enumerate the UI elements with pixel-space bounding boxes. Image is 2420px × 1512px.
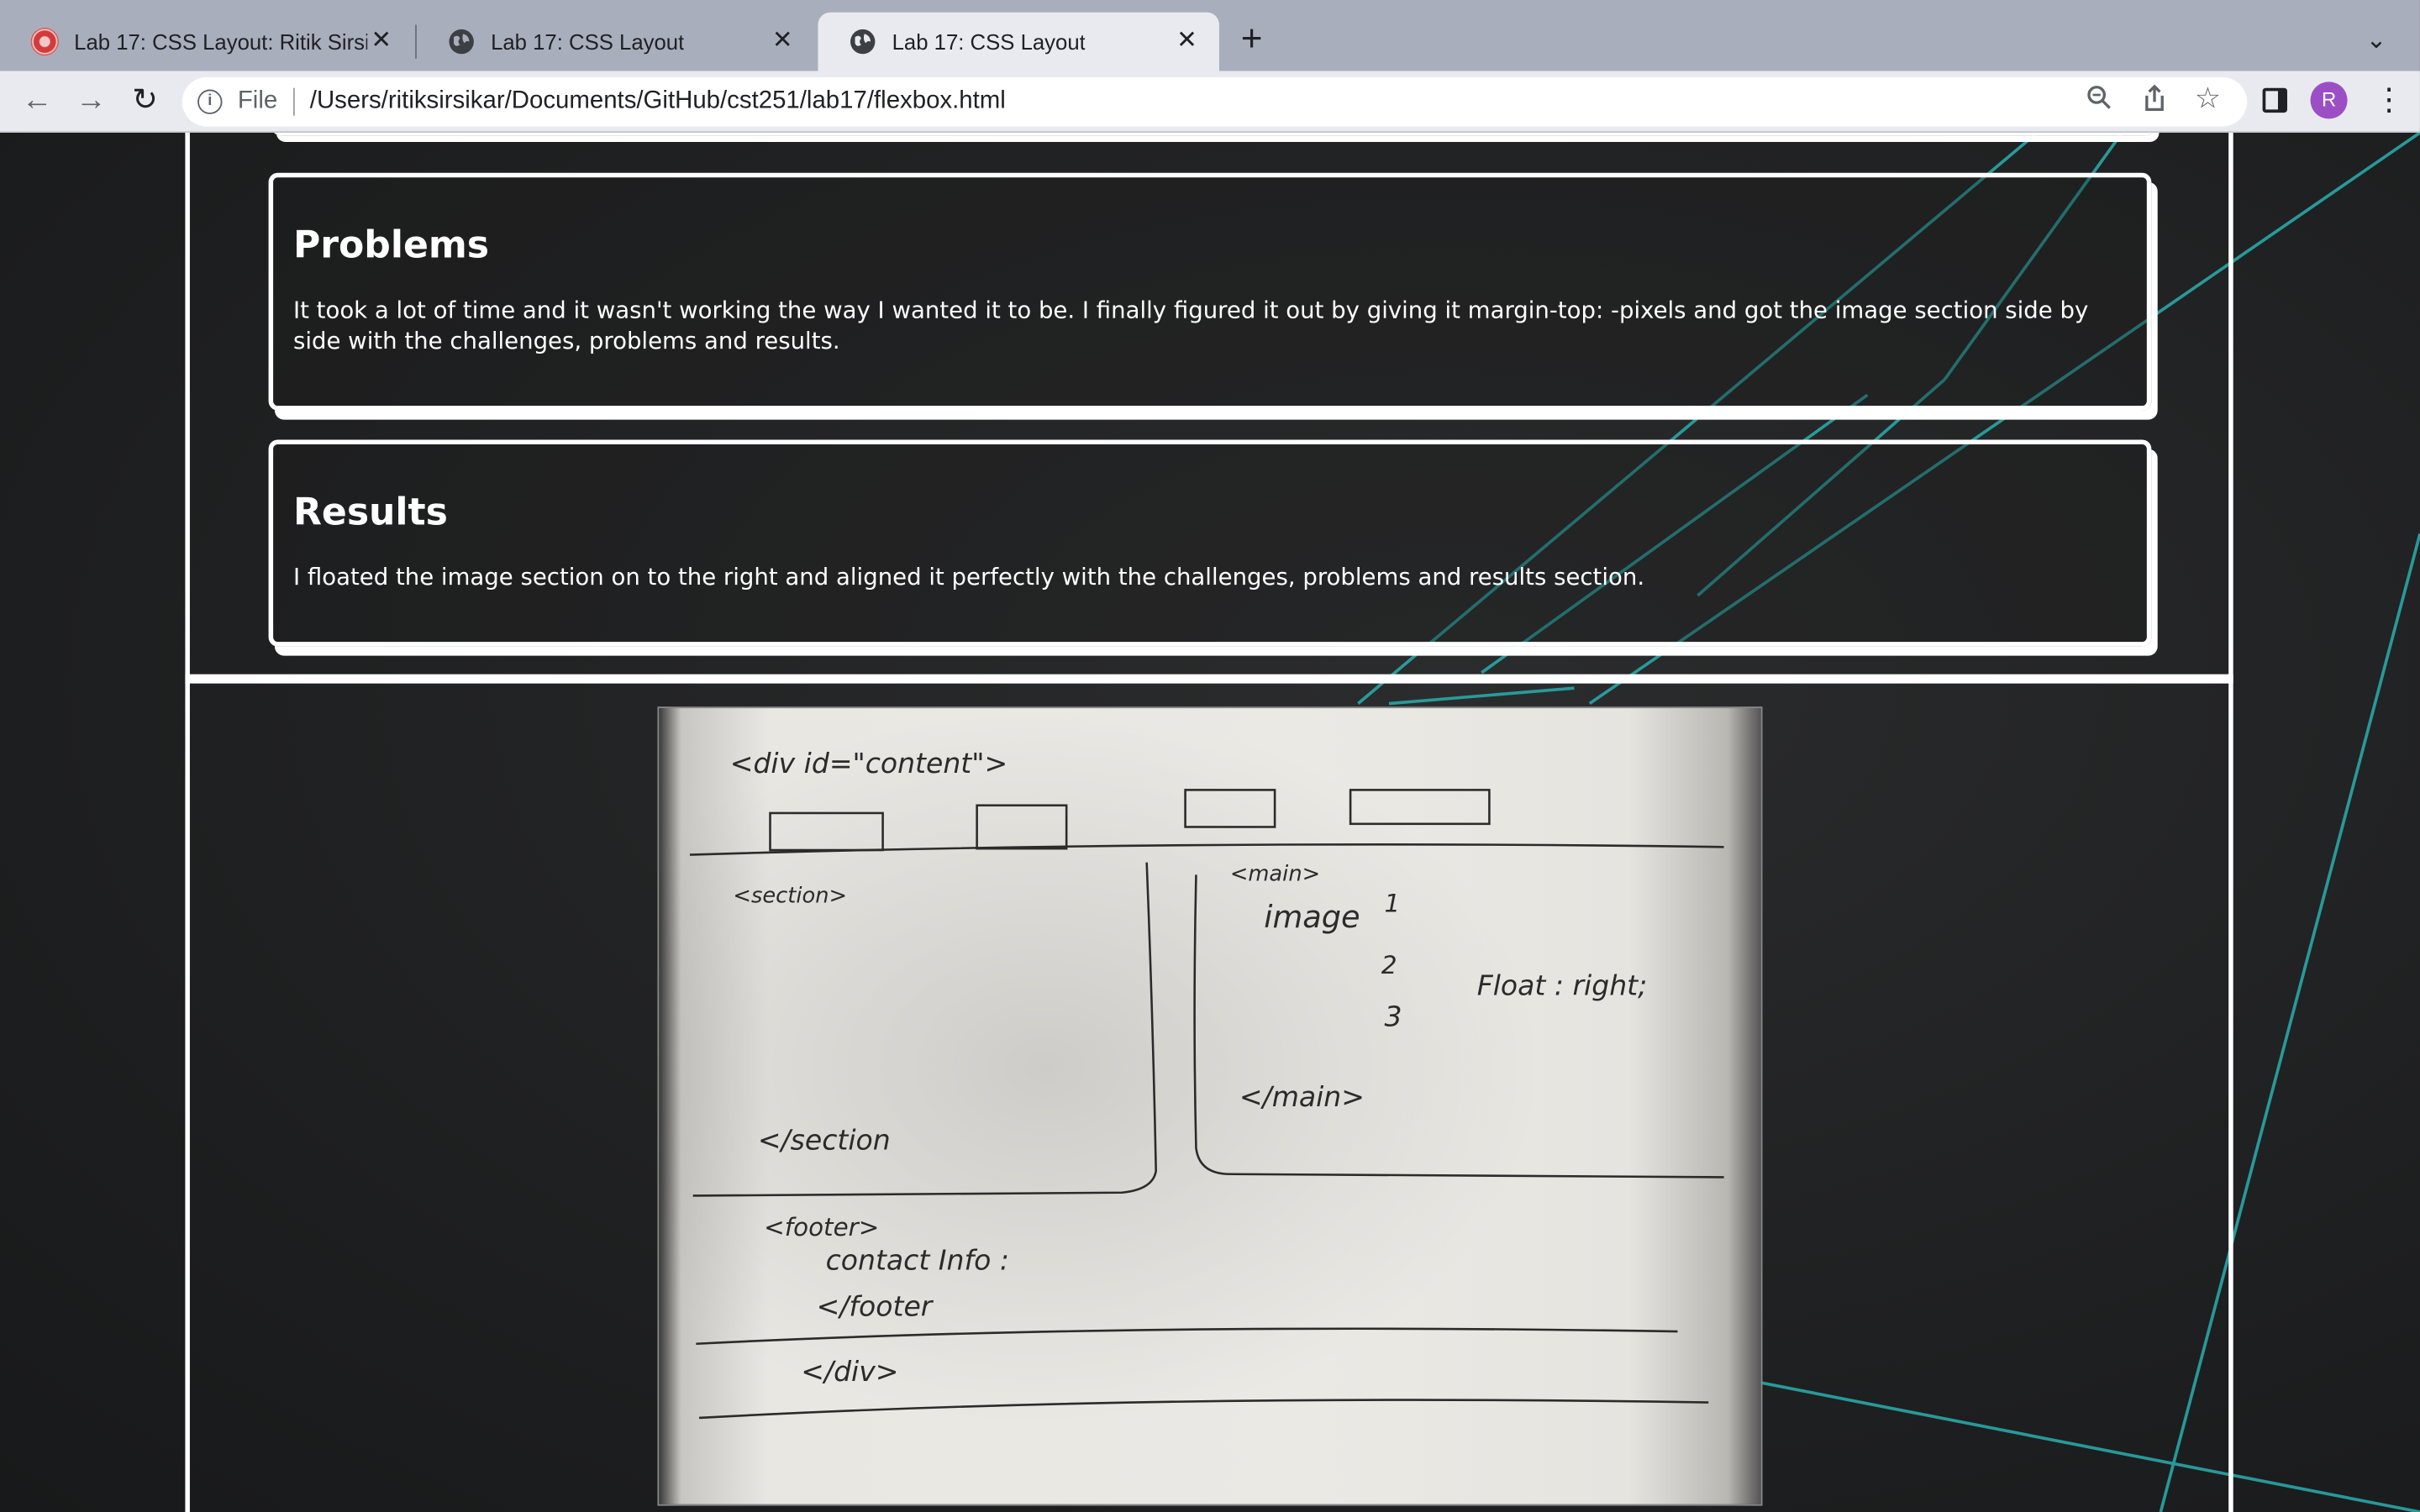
close-tab-icon[interactable]: ✕	[769, 26, 797, 57]
sketch-image-number-3: 3	[1385, 1000, 1402, 1032]
sketch-main-open: <main>	[1230, 862, 1320, 887]
chevron-down-icon[interactable]: ⌄	[2366, 24, 2387, 55]
reload-icon[interactable]: ↻	[127, 83, 164, 117]
omnibox-divider	[292, 87, 295, 116]
hand-drawn-sketch: <div id="content"> <section> <main> imag…	[659, 708, 1761, 1504]
tab-3-active[interactable]: Lab 17: CSS Layout ✕	[818, 12, 1219, 71]
problems-card: Problems It took a lot of time and it wa…	[268, 172, 2152, 411]
tab-2[interactable]: Lab 17: CSS Layout ✕	[417, 13, 815, 71]
sketch-float-note: Float : right;	[1477, 969, 1648, 1002]
sketch-footer-text: contact Info :	[826, 1244, 1009, 1277]
tab-strip: Lab 17: CSS Layout: Ritik Sirsik ✕ Lab 1…	[0, 0, 2420, 71]
sketch-section-open: <section>	[733, 883, 847, 908]
close-tab-icon[interactable]: ✕	[367, 26, 395, 57]
layout-sketch-photo: <div id="content"> <section> <main> imag…	[657, 706, 1763, 1506]
page-viewport: Problems It took a lot of time and it wa…	[0, 132, 2420, 1512]
scheme-label: File	[237, 87, 278, 114]
more-menu-icon[interactable]: ⋮	[2374, 83, 2405, 117]
sketch-footer-open: <footer>	[764, 1213, 879, 1242]
section-divider	[185, 674, 2233, 684]
zoom-icon[interactable]	[2086, 85, 2111, 118]
address-bar[interactable]: i File /Users/ritiksirsikar/Documents/Gi…	[182, 76, 2248, 127]
globe-icon	[448, 28, 476, 55]
sketch-image-number-1: 1	[1385, 889, 1401, 917]
sketch-image-label: image	[1264, 899, 1360, 935]
forward-arrow-icon[interactable]: →	[72, 83, 109, 117]
previous-card-edge	[271, 132, 2155, 136]
browser-toolbar: ← → ↻ i File /Users/ritiksirsikar/Docume…	[0, 71, 2420, 133]
tab-1[interactable]: Lab 17: CSS Layout: Ritik Sirsik ✕	[0, 13, 413, 71]
close-tab-icon[interactable]: ✕	[1173, 26, 1201, 57]
tab-title: Lab 17: CSS Layout	[892, 29, 1086, 55]
sketch-image-number-2: 2	[1381, 951, 1397, 979]
results-text: I floated the image section on to the ri…	[292, 563, 1645, 591]
back-arrow-icon[interactable]: ←	[18, 83, 55, 117]
results-heading: Results	[292, 491, 448, 534]
url-text[interactable]: /Users/ritiksirsikar/Documents/GitHub/cs…	[310, 88, 1006, 116]
share-icon[interactable]	[2142, 84, 2166, 120]
sketch-main-close: </main>	[1239, 1080, 1365, 1113]
sketch-section-close: </section	[758, 1123, 891, 1156]
bookmark-star-icon[interactable]: ☆	[2195, 81, 2221, 117]
problems-heading: Problems	[292, 223, 490, 267]
info-icon[interactable]: i	[197, 89, 223, 114]
problems-text: It took a lot of time and it wasn't work…	[292, 296, 2089, 355]
sketch-footer-close: </footer	[817, 1290, 934, 1323]
results-card: Results I floated the image section on t…	[268, 439, 2152, 647]
profile-avatar[interactable]: R	[2310, 81, 2348, 119]
browser-window: Lab 17: CSS Layout: Ritik Sirsik ✕ Lab 1…	[0, 0, 2420, 1512]
sketch-div-open: <div id="content">	[730, 747, 1007, 780]
globe-icon	[849, 28, 876, 55]
sketch-div-close: </div>	[801, 1355, 898, 1388]
tab-title: Lab 17: CSS Layout: Ritik Sirsik	[74, 29, 368, 55]
side-panel-icon[interactable]	[2262, 87, 2287, 113]
asu-icon	[30, 28, 59, 56]
tab-title: Lab 17: CSS Layout	[491, 29, 685, 55]
new-tab-icon[interactable]: +	[1241, 21, 1263, 59]
